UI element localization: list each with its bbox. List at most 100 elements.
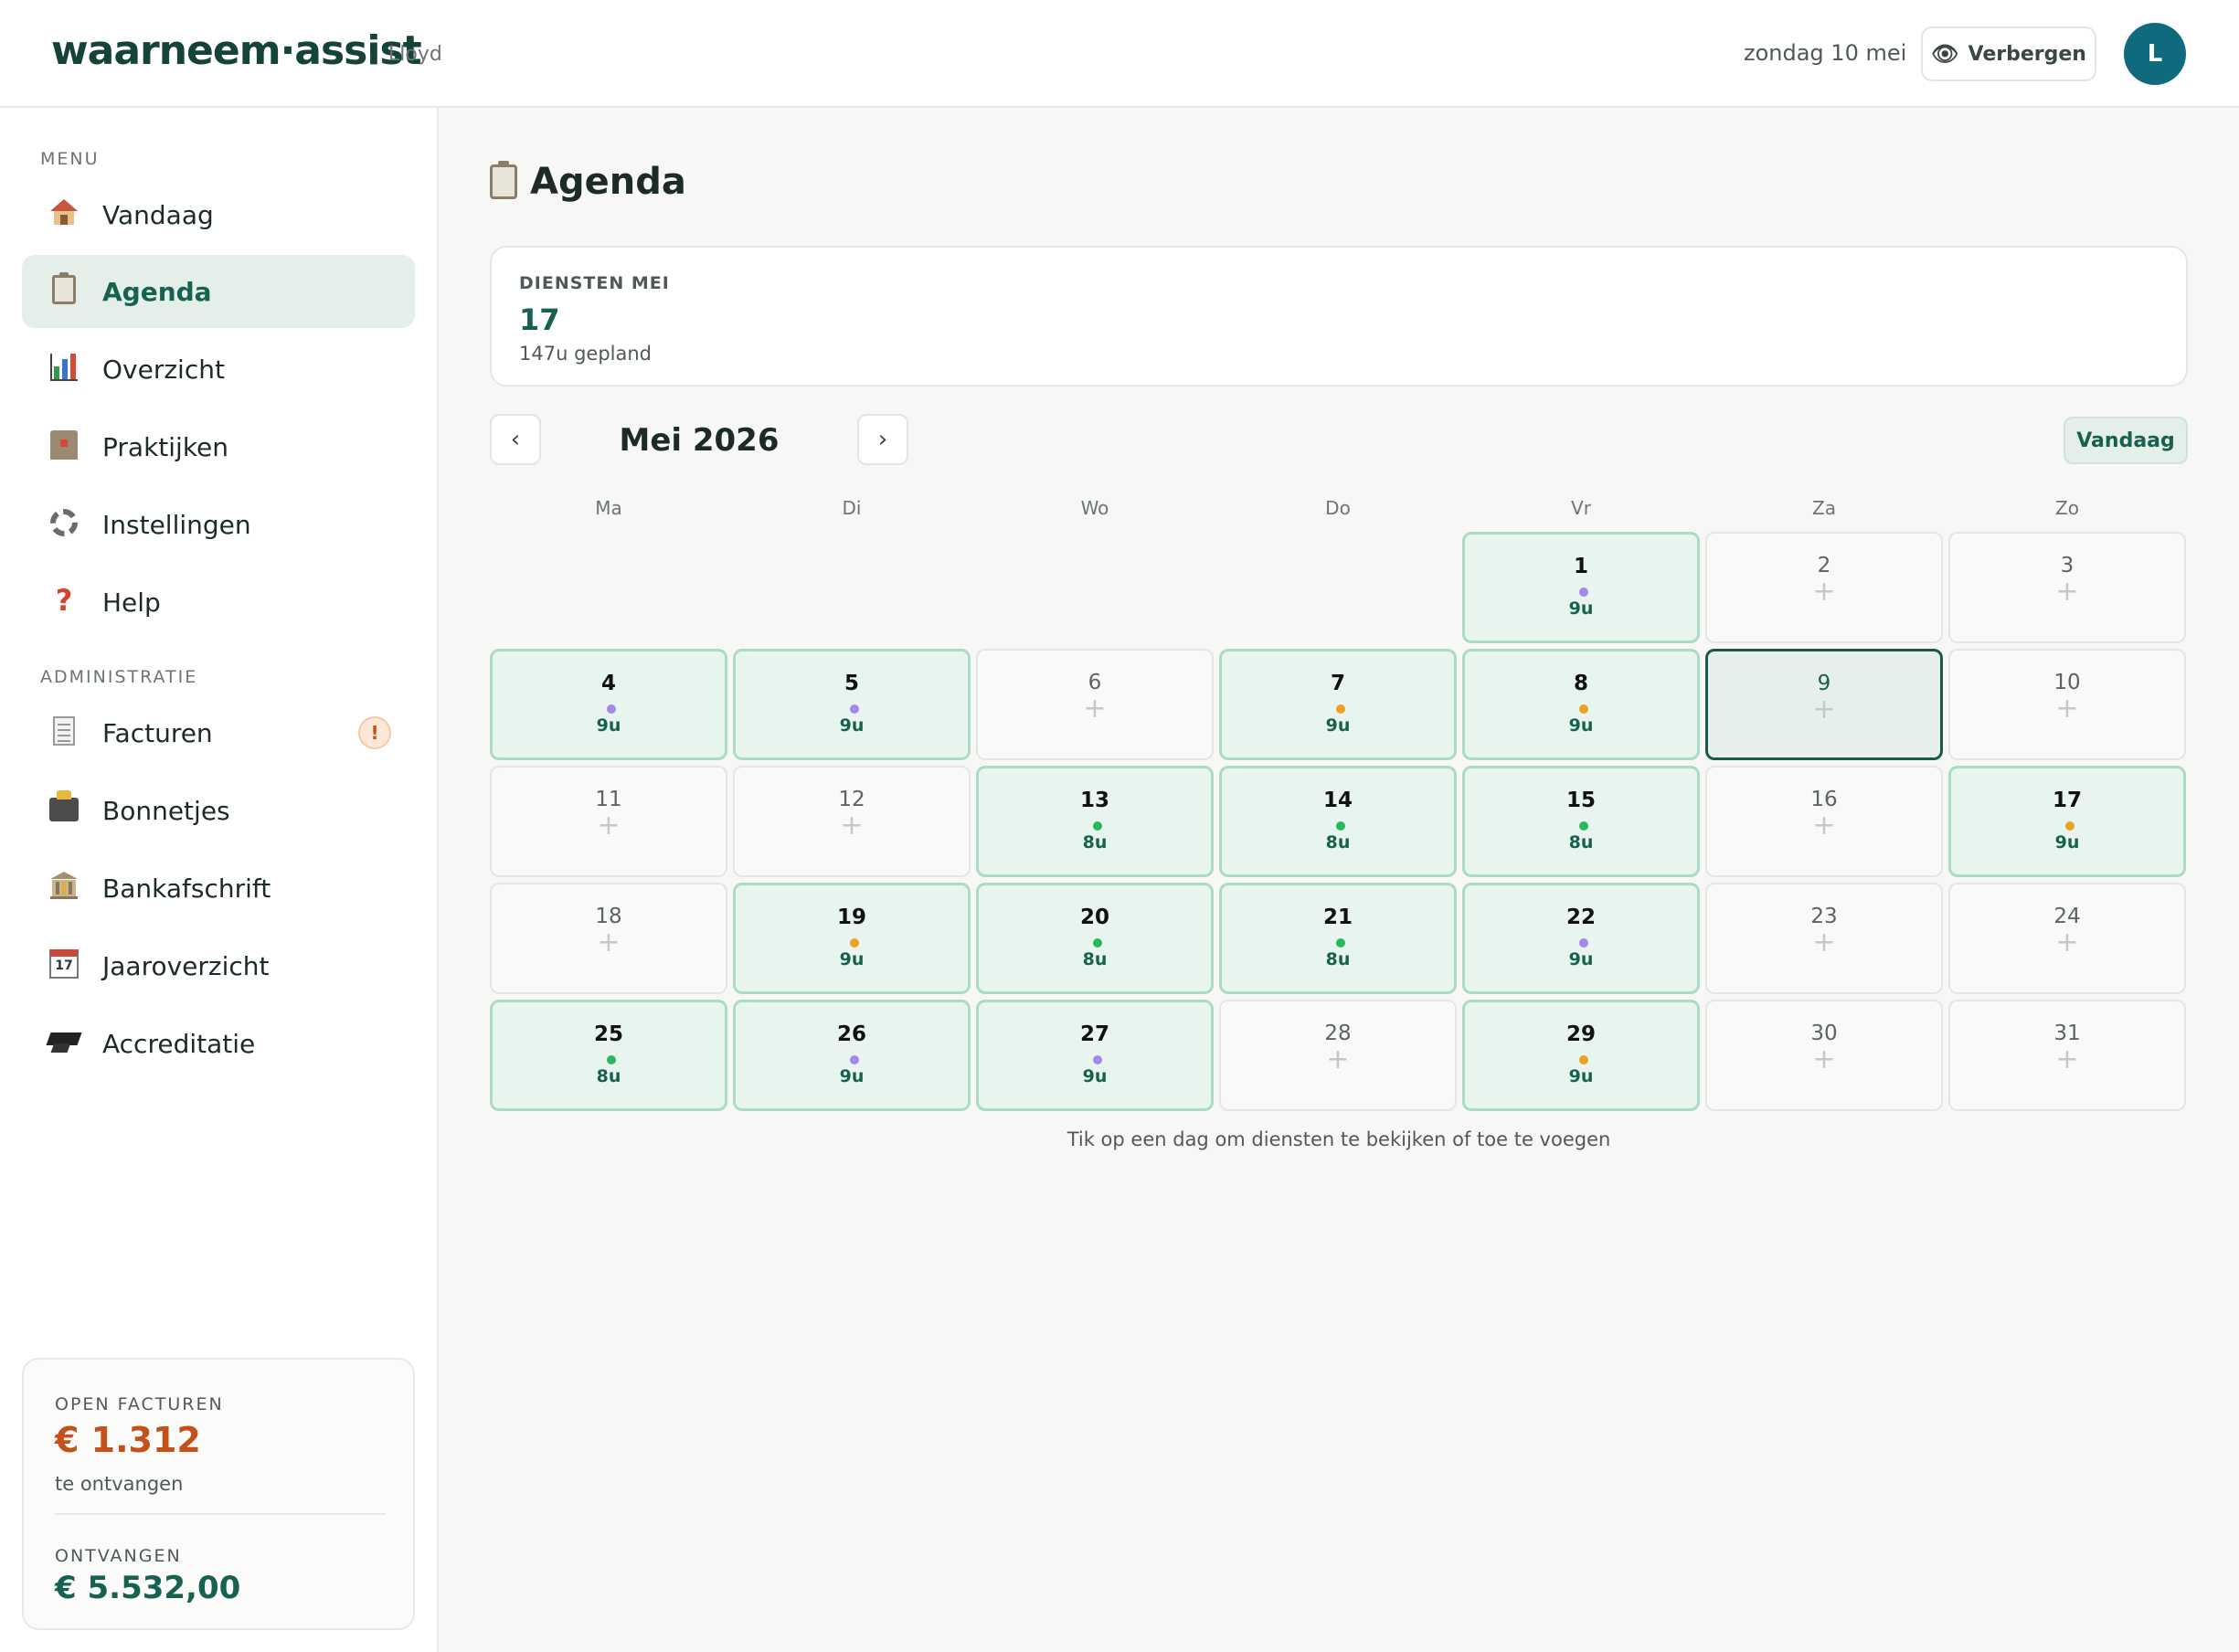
shift-hours: 8u [596,1066,621,1086]
sidebar-item-overzicht[interactable]: Overzicht [22,333,415,406]
shift-hours: 9u [1568,715,1594,736]
calendar-day-28[interactable]: 28 + [1219,1000,1457,1111]
next-month-button[interactable]: › [857,414,908,465]
add-shift-icon: + [597,810,621,842]
calendar-day-3[interactable]: 3 + [1948,532,2186,643]
day-number: 28 [1324,1022,1352,1045]
open-invoices-amount: € 1.312 [55,1420,201,1460]
calendar-day-20[interactable]: 20 8u [976,883,1214,994]
bank-icon [48,870,80,903]
shift-hours: 9u [1325,715,1351,736]
calendar-day-12[interactable]: 12 + [733,766,971,877]
calendar-day-8[interactable]: 8 9u [1462,649,1700,760]
calendar-day-11[interactable]: 11 + [490,766,727,877]
shift-hours: 9u [839,715,865,736]
sidebar-item-label: Bonnetjes [102,796,230,826]
gear-icon [48,506,80,539]
sidebar-item-vandaag[interactable]: Vandaag [22,178,415,251]
sidebar-item-help[interactable]: ? Help [22,566,415,639]
day-number: 25 [593,1022,623,1046]
shift-dot [1093,1055,1102,1064]
sidebar-item-label: Vandaag [102,200,214,230]
sidebar-item-agenda[interactable]: Agenda [22,255,415,328]
shift-hours: 9u [839,949,865,969]
calendar-day-22[interactable]: 22 9u [1462,883,1700,994]
calendar-day-1[interactable]: 1 9u [1462,532,1700,643]
weekday-label: Zo [2055,497,2079,519]
sidebar-item-accreditatie[interactable]: Accreditatie [22,1007,415,1080]
today-button[interactable]: Vandaag [2064,417,2188,464]
calendar-day-18[interactable]: 18 + [490,883,727,994]
day-number: 3 [2060,554,2075,577]
user-name: Lloyd [388,43,442,66]
shift-dot [1579,588,1588,597]
sidebar-item-label: Jaaroverzicht [102,951,270,981]
shift-hours: 9u [839,1066,865,1086]
sidebar-item-facturen[interactable]: Facturen ! [22,696,415,769]
sidebar-item-label: Accreditatie [102,1029,256,1059]
calendar-day-6[interactable]: 6 + [976,649,1214,760]
calendar-day-31[interactable]: 31 + [1948,1000,2186,1111]
sidebar-item-praktijken[interactable]: Praktijken [22,410,415,483]
calendar-day-19[interactable]: 19 9u [733,883,971,994]
calendar-hint: Tik op een dag om diensten te bekijken o… [1066,1128,1611,1150]
calendar-day-15[interactable]: 15 8u [1462,766,1700,877]
calendar-day-25[interactable]: 25 8u [490,1000,727,1111]
sidebar-item-label: Instellingen [102,510,251,540]
planned-hours: 147u gepland [519,343,652,365]
day-number: 13 [1079,789,1109,812]
shift-dot [1579,704,1588,714]
day-number: 16 [1810,788,1838,811]
day-number: 9 [1817,672,1831,695]
open-invoices-sub: te ontvangen [55,1473,184,1495]
day-number: 24 [2053,905,2081,928]
open-invoices-label: OPEN FACTUREN [55,1394,224,1414]
calendar-day-4[interactable]: 4 9u [490,649,727,760]
sidebar-item-bonnetjes[interactable]: Bonnetjes [22,774,415,847]
calendar-day-24[interactable]: 24 + [1948,883,2186,994]
shift-dot [850,704,859,714]
eye-icon: 👁 [1931,41,1959,67]
shift-hours: 8u [1082,832,1108,852]
add-shift-icon: + [597,927,621,958]
house-icon [48,196,80,229]
shift-hours: 9u [1568,598,1594,619]
calendar-day-27[interactable]: 27 9u [976,1000,1214,1111]
hide-amounts-label: Verbergen [1968,42,2086,66]
calendar-day-14[interactable]: 14 8u [1219,766,1457,877]
page-title-text: Agenda [530,161,686,203]
sidebar-item-jaaroverzicht[interactable]: 17 Jaaroverzicht [22,929,415,1002]
calendar-day-5[interactable]: 5 9u [733,649,971,760]
day-number: 15 [1565,789,1596,812]
shift-hours: 9u [2054,832,2080,852]
calendar-day-10[interactable]: 10 + [1948,649,2186,760]
sidebar-item-label: Bankafschrift [102,874,271,904]
shifts-count: 17 [519,302,560,337]
calendar-icon: 17 [48,948,80,980]
calendar-day-30[interactable]: 30 + [1705,1000,1943,1111]
shifts-label: DIENSTEN MEI [519,273,670,293]
shift-dot [607,1055,616,1064]
brand-logo[interactable]: waarneem·assist [51,27,422,74]
calendar-day-23[interactable]: 23 + [1705,883,1943,994]
shift-dot [1579,1055,1588,1064]
month-label: Mei 2026 [619,422,780,459]
calendar-day-16[interactable]: 16 + [1705,766,1943,877]
calendar-day-7[interactable]: 7 9u [1219,649,1457,760]
add-shift-icon: + [840,810,864,842]
calendar-day-2[interactable]: 2 + [1705,532,1943,643]
avatar[interactable]: L [2124,23,2186,85]
calendar-day-29[interactable]: 29 9u [1462,1000,1700,1111]
add-shift-icon: + [1812,694,1836,725]
calendar-day-17[interactable]: 17 9u [1948,766,2186,877]
prev-month-button[interactable]: ‹ [490,414,541,465]
calendar-day-21[interactable]: 21 8u [1219,883,1457,994]
sidebar-item-bankafschrift[interactable]: Bankafschrift [22,852,415,925]
calendar-day-9[interactable]: 9 + [1705,649,1943,760]
calendar-day-26[interactable]: 26 9u [733,1000,971,1111]
card-divider [55,1513,386,1515]
sidebar-item-instellingen[interactable]: Instellingen [22,488,415,561]
shift-dot [850,938,859,948]
hide-amounts-button[interactable]: 👁 Verbergen [1921,26,2096,81]
calendar-day-13[interactable]: 13 8u [976,766,1214,877]
